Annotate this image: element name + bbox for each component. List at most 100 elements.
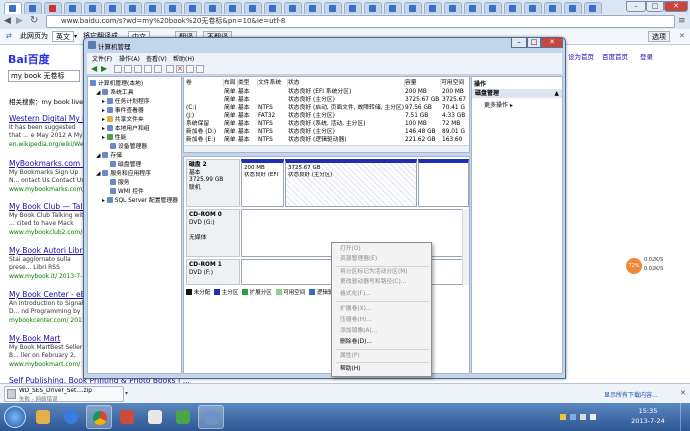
menu-help[interactable]: 帮助(H) [173, 54, 194, 63]
export-icon[interactable] [186, 65, 194, 73]
partition-efi[interactable]: 200 MB 状态良好 (EFI [241, 159, 284, 207]
minimize-button[interactable]: – [511, 38, 527, 48]
maximize-button[interactable]: □ [527, 38, 541, 48]
browser-tab[interactable] [284, 2, 302, 14]
search-input[interactable]: my book 无卷标 [8, 70, 80, 82]
tree-item[interactable]: 设备管理器 [110, 143, 147, 151]
column-header[interactable]: 可用空间 [441, 79, 469, 87]
volume-icon[interactable] [590, 414, 596, 420]
browser-tab[interactable] [104, 2, 122, 14]
baidu-home-link[interactable]: 百度首页 [602, 51, 628, 61]
tree-item[interactable]: ▸ 事件查看器 [102, 107, 144, 115]
browser-tab[interactable] [444, 2, 462, 14]
browser-tab[interactable] [564, 2, 582, 14]
address-bar[interactable]: www.baidu.com/s?wd=my%20book%20无卷标&pn=10… [46, 15, 675, 28]
tree-item[interactable]: ◢ 服务和应用程序 [96, 170, 151, 178]
result-title[interactable]: My Book Mart [9, 334, 83, 343]
related-search[interactable]: 相关搜索：my book live [9, 96, 83, 106]
close-button[interactable]: ✕ [664, 1, 688, 12]
browser-tab[interactable] [124, 2, 142, 14]
browser-tab[interactable] [164, 2, 182, 14]
browser-tab[interactable] [304, 2, 322, 14]
browser-tab[interactable] [364, 2, 382, 14]
browser-tab[interactable] [4, 2, 22, 14]
result-title[interactable]: My Book Autori Libri - Scri [9, 246, 83, 255]
column-header[interactable]: 卷 [184, 79, 224, 87]
tree-item[interactable]: ▸ 共享文件夹 [102, 116, 144, 124]
browser-tab[interactable] [584, 2, 602, 14]
browser-tab[interactable] [544, 2, 562, 14]
browser-tab[interactable] [24, 2, 42, 14]
up-level-icon[interactable] [114, 65, 122, 73]
close-button[interactable]: ✕ [541, 38, 563, 48]
browser-tab[interactable] [144, 2, 162, 14]
menu-icon[interactable]: ≡ [678, 16, 686, 26]
browser-tab[interactable] [524, 2, 542, 14]
start-button[interactable] [4, 406, 26, 428]
open-icon[interactable] [196, 65, 204, 73]
source-language-select[interactable]: 英文 [52, 31, 74, 42]
clock[interactable]: 15:35 2013-7-24 [622, 406, 674, 426]
taskbar-app[interactable] [114, 405, 140, 429]
more-actions-link[interactable]: 更多操作 ▸ [484, 100, 513, 109]
taskbar-app[interactable] [142, 405, 168, 429]
forward-icon[interactable]: ▶ [16, 16, 23, 26]
browser-tab[interactable] [404, 2, 422, 14]
tree-item[interactable]: 计算机管理(本地) [90, 80, 143, 88]
browser-tab[interactable] [264, 2, 282, 14]
maximize-button[interactable]: □ [646, 1, 664, 12]
browser-tab[interactable] [84, 2, 102, 14]
column-header[interactable]: 文件系统 [258, 79, 288, 87]
browser-tab[interactable] [484, 2, 502, 14]
taskbar-computer-management[interactable] [198, 405, 224, 429]
back-icon[interactable]: ◀ [4, 16, 11, 26]
tree-item[interactable]: 服务 [110, 179, 130, 187]
browser-tab[interactable] [44, 2, 62, 14]
set-homepage-link[interactable]: 设为首页 [568, 51, 594, 61]
forward-icon[interactable]: ▶ [101, 65, 109, 73]
browser-tab[interactable] [244, 2, 262, 14]
browser-tab[interactable] [504, 2, 522, 14]
network-meter-icon[interactable]: 72% [626, 258, 642, 274]
disk-2-label[interactable]: 磁盘 2 基本 3725.99 GB 联机 [186, 159, 240, 207]
tree-item[interactable]: ◢ 系统工具 [96, 89, 134, 97]
minimize-button[interactable]: – [626, 1, 646, 12]
partition-primary-selected[interactable]: 3725.67 GB 状态良好 (主分区) [285, 159, 417, 207]
browser-tab[interactable] [424, 2, 442, 14]
result-title[interactable]: Western Digital My Book E [9, 114, 83, 123]
reload-icon[interactable]: ↻ [30, 15, 38, 26]
help-icon[interactable] [144, 65, 152, 73]
column-header[interactable]: 类型 [238, 79, 258, 87]
taskbar-explorer[interactable] [30, 405, 56, 429]
system-tray-icons[interactable] [560, 412, 620, 422]
tree-item[interactable]: ◢ 存储 [96, 152, 122, 160]
show-all-downloads-link[interactable]: 显示所有下载内容... [604, 390, 658, 399]
actions-section-disk-management[interactable]: 磁盘管理 ▲ [472, 89, 562, 98]
tree-item[interactable]: ▸ 本地用户和组 [102, 125, 150, 133]
show-desktop-button[interactable] [680, 403, 690, 431]
menu-file[interactable]: 文件(F) [92, 54, 112, 63]
close-icon[interactable]: ✕ [680, 389, 686, 397]
properties-icon[interactable] [134, 65, 142, 73]
network-icon[interactable] [580, 414, 586, 420]
result-title[interactable]: MyBookmarks.com - Welc [9, 159, 83, 168]
column-header[interactable]: 状态 [288, 79, 405, 87]
show-hide-tree-icon[interactable] [124, 65, 132, 73]
partition-third[interactable] [418, 159, 469, 207]
view-icon[interactable] [166, 65, 174, 73]
tree-item-disk-management[interactable]: 磁盘管理 [110, 161, 141, 169]
download-item[interactable]: WD_SES_Driver_Set....zip 失败 - 网络错误 [4, 386, 124, 403]
browser-tab[interactable] [324, 2, 342, 14]
tray-icon[interactable] [570, 414, 576, 420]
back-icon[interactable]: ◀ [91, 65, 99, 73]
horizontal-scrollbar[interactable] [184, 145, 469, 152]
tree-item[interactable]: WMI 控件 [110, 188, 144, 196]
taskbar-media[interactable] [58, 405, 84, 429]
close-icon[interactable]: ✕ [679, 31, 685, 42]
delete-icon[interactable]: ✕ [176, 65, 184, 73]
chevron-down-icon[interactable]: ▾ [125, 390, 128, 397]
vertical-scrollbar[interactable] [462, 209, 469, 285]
browser-tab[interactable] [64, 2, 82, 14]
login-link[interactable]: 登录 [640, 51, 653, 61]
baidu-logo[interactable]: Bai百度 [8, 51, 50, 67]
